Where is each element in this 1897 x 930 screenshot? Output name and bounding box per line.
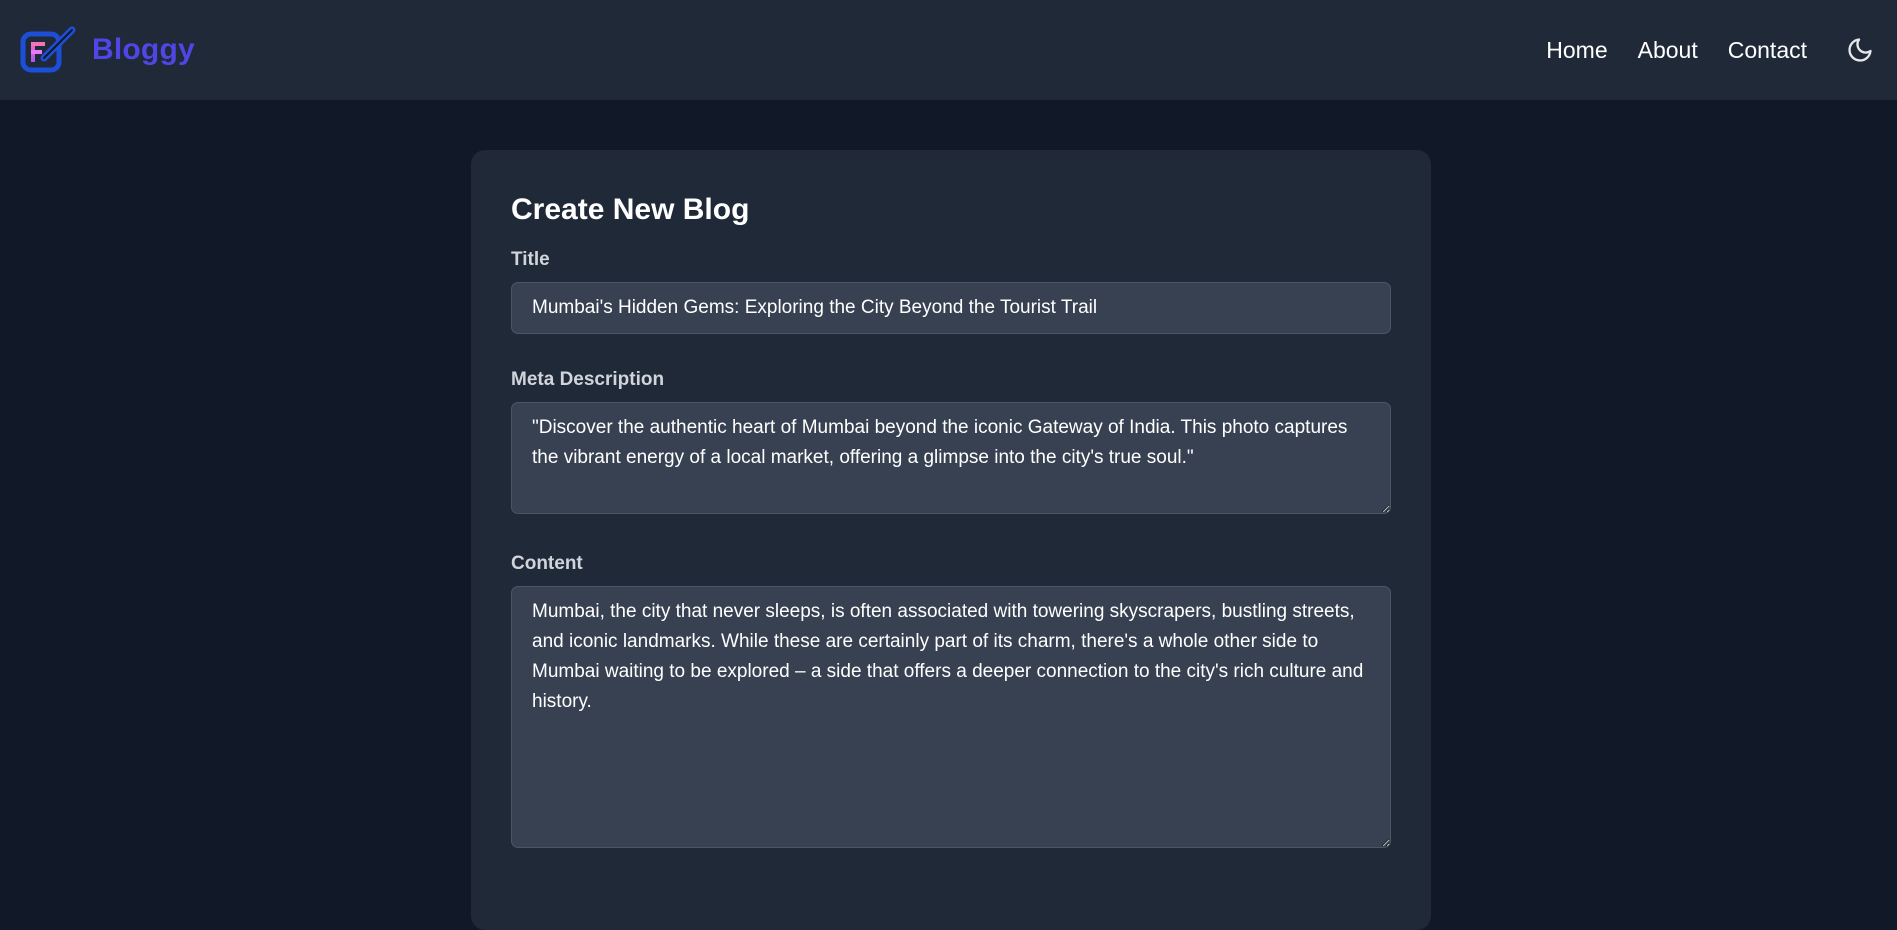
theme-toggle-button[interactable]	[1843, 33, 1877, 67]
meta-description-label: Meta Description	[511, 369, 665, 390]
meta-description-textarea[interactable]: "Discover the authentic heart of Mumbai …	[511, 402, 1391, 514]
navbar: Bloggy Home About Contact	[0, 0, 1897, 100]
title-label: Title	[511, 249, 550, 270]
page-title: Create New Blog	[511, 193, 750, 226]
title-input[interactable]	[511, 282, 1391, 334]
content-textarea[interactable]: Mumbai, the city that never sleeps, is o…	[511, 586, 1391, 848]
moon-icon	[1848, 38, 1872, 62]
brand[interactable]: Bloggy	[20, 22, 195, 78]
brand-name: Bloggy	[92, 33, 195, 66]
content-label: Content	[511, 553, 583, 574]
create-blog-card: Create New Blog Title Meta Description "…	[471, 150, 1431, 930]
nav-link-about[interactable]: About	[1638, 37, 1698, 64]
nav-link-contact[interactable]: Contact	[1728, 37, 1807, 64]
nav-link-home[interactable]: Home	[1546, 37, 1607, 64]
bloggy-logo-icon	[20, 26, 76, 73]
nav-links: Home About Contact	[1546, 33, 1877, 67]
